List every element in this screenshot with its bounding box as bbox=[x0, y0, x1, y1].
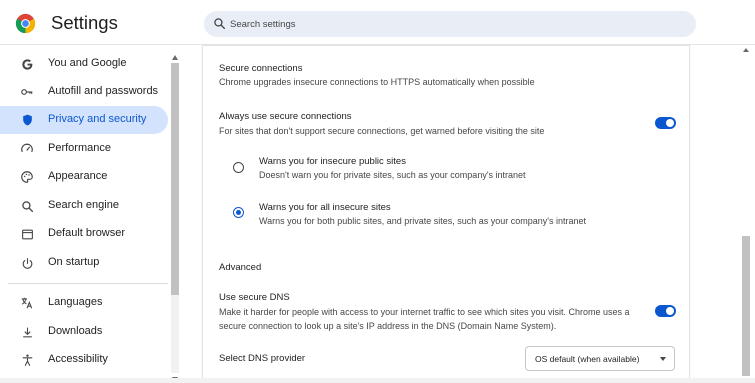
sidebar-nav: You and Google Autofill and passwords Pr… bbox=[0, 46, 181, 383]
sidebar-item-autofill[interactable]: Autofill and passwords bbox=[0, 78, 168, 106]
translate-icon bbox=[20, 296, 34, 310]
speedometer-icon bbox=[20, 142, 34, 156]
header-divider bbox=[0, 44, 755, 45]
sidebar-item-search-engine[interactable]: Search engine bbox=[0, 192, 168, 220]
palette-icon bbox=[20, 170, 34, 184]
always-secure-toggle[interactable] bbox=[655, 117, 676, 129]
scroll-up-arrow-icon[interactable] bbox=[743, 48, 749, 52]
sidebar-divider bbox=[8, 283, 168, 284]
sidebar-item-label: Performance bbox=[48, 142, 111, 154]
sidebar-item-label: Autofill and passwords bbox=[48, 85, 159, 97]
search-bar[interactable] bbox=[204, 11, 696, 37]
sidebar-item-privacy-and-security[interactable]: Privacy and security bbox=[0, 106, 168, 134]
settings-card: Secure connections Chrome upgrades insec… bbox=[203, 46, 689, 383]
sidebar-scrollbar[interactable] bbox=[171, 55, 179, 382]
always-secure-label: Always use secure connections bbox=[219, 111, 352, 122]
browser-window-icon bbox=[20, 227, 34, 241]
sidebar-item-downloads[interactable]: Downloads bbox=[0, 318, 168, 346]
download-icon bbox=[20, 325, 34, 339]
dns-provider-dropdown[interactable]: OS default (when available) bbox=[525, 346, 675, 371]
shield-icon bbox=[20, 113, 34, 127]
accessibility-icon bbox=[20, 353, 34, 367]
sidebar-item-accessibility[interactable]: Accessibility bbox=[0, 346, 168, 374]
toggle-knob bbox=[666, 119, 674, 127]
chrome-logo-icon[interactable] bbox=[15, 13, 36, 34]
sidebar-item-label: Languages bbox=[48, 296, 103, 308]
key-icon bbox=[20, 85, 34, 99]
radio-dot bbox=[235, 209, 241, 215]
sidebar-item-label: Appearance bbox=[48, 170, 108, 182]
scrollbar-thumb[interactable] bbox=[742, 236, 750, 376]
page-title: Settings bbox=[51, 12, 118, 33]
sidebar-item-label: Default browser bbox=[48, 227, 126, 239]
sidebar-item-default-browser[interactable]: Default browser bbox=[0, 220, 168, 248]
toggle-knob bbox=[666, 307, 674, 315]
sidebar-item-languages[interactable]: Languages bbox=[0, 289, 168, 317]
power-icon bbox=[20, 256, 34, 270]
section-title-secure-connections: Secure connections bbox=[219, 63, 303, 74]
secure-dns-label: Use secure DNS bbox=[219, 292, 290, 303]
radio-option-title: Warns you for all insecure sites bbox=[259, 202, 391, 213]
sidebar-item-label: You and Google bbox=[48, 57, 127, 69]
radio-insecure-public-sites[interactable] bbox=[233, 162, 244, 173]
sidebar-item-label: Downloads bbox=[48, 325, 103, 337]
dns-provider-label: Select DNS provider bbox=[219, 353, 306, 364]
radio-all-insecure-sites[interactable] bbox=[233, 207, 244, 218]
sidebar-item-on-startup[interactable]: On startup bbox=[0, 249, 168, 277]
radio-option-title: Warns you for insecure public sites bbox=[259, 156, 406, 167]
sidebar-item-label: Accessibility bbox=[48, 353, 108, 365]
scrollbar-thumb[interactable] bbox=[171, 63, 179, 295]
section-title-advanced: Advanced bbox=[219, 262, 262, 273]
top-header: Settings bbox=[0, 0, 755, 46]
chevron-down-icon bbox=[660, 357, 666, 361]
sidebar-item-label: Search engine bbox=[48, 199, 119, 211]
sidebar-item-you-and-google[interactable]: You and Google bbox=[0, 50, 168, 78]
main-scrollbar[interactable] bbox=[740, 46, 752, 383]
radio-option-description: Doesn't warn you for private sites, such… bbox=[259, 170, 526, 180]
search-input[interactable] bbox=[230, 11, 670, 37]
search-icon bbox=[20, 199, 34, 213]
sidebar-item-label: On startup bbox=[48, 256, 100, 268]
always-secure-description: For sites that don't support secure conn… bbox=[219, 126, 545, 136]
google-g-icon bbox=[20, 57, 34, 71]
sidebar-item-label: Privacy and security bbox=[48, 113, 147, 125]
sidebar-item-appearance[interactable]: Appearance bbox=[0, 163, 168, 191]
dropdown-selected-value: OS default (when available) bbox=[535, 354, 640, 364]
secure-dns-toggle[interactable] bbox=[655, 305, 676, 317]
sidebar-item-performance[interactable]: Performance bbox=[0, 135, 168, 163]
search-icon bbox=[214, 18, 226, 30]
secure-dns-description-line1: Make it harder for people with access to… bbox=[219, 307, 630, 317]
section-description: Chrome upgrades insecure connections to … bbox=[219, 77, 535, 87]
scroll-up-arrow-icon[interactable] bbox=[172, 55, 178, 60]
radio-option-description: Warns you for both public sites, and pri… bbox=[259, 216, 587, 226]
bottom-edge bbox=[0, 378, 755, 383]
secure-dns-description-line2: secure connection to look up a site's IP… bbox=[219, 321, 557, 331]
